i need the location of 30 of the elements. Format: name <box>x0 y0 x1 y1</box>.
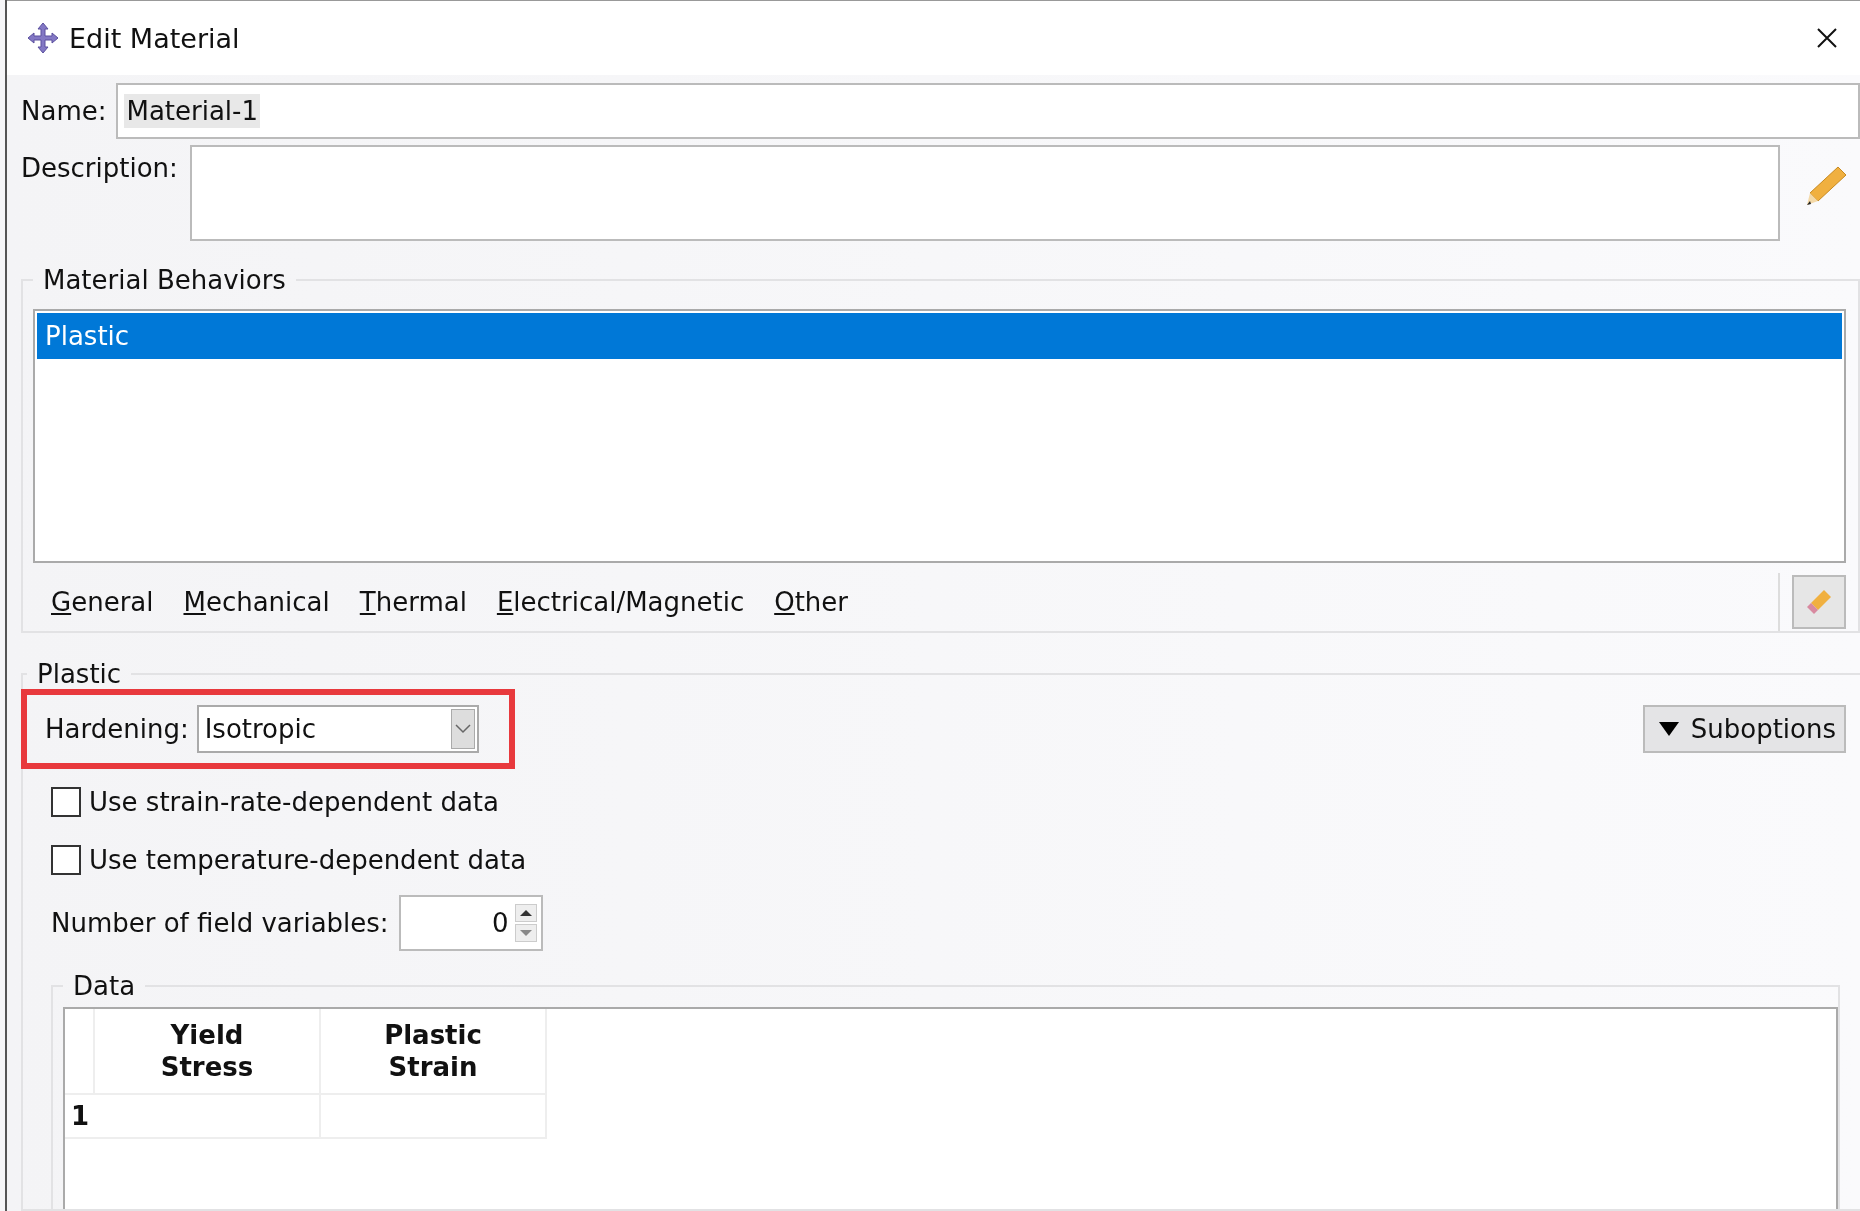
name-field[interactable]: Material-1 <box>116 83 1860 139</box>
caret-icon <box>1658 722 1679 736</box>
hardening-dropdown[interactable]: Isotropic <box>196 705 479 753</box>
checkbox-label: Use temperature-dependent data <box>89 845 527 875</box>
number-spinner[interactable]: 0 <box>398 895 543 951</box>
menu-item[interactable]: General <box>51 587 154 617</box>
description-label: Description: <box>21 152 178 183</box>
checkbox-label: Use strain-rate-dependent data <box>89 787 499 817</box>
row-number: 1 <box>70 1101 90 1131</box>
app-icon <box>27 22 59 54</box>
menu-item[interactable]: Other <box>774 587 849 617</box>
menu-item[interactable]: Electrical/Magnetic <box>496 587 745 617</box>
column-header: Yield Stress <box>159 1018 255 1084</box>
checkbox[interactable] <box>51 787 81 817</box>
section-title: Plastic <box>36 659 123 689</box>
hardening-label: Hardening: <box>45 714 189 744</box>
column-header: Plastic Strain <box>383 1018 483 1084</box>
section-title: Material Behaviors <box>42 265 287 295</box>
list-item[interactable]: Plastic <box>37 313 1842 359</box>
field-variables-label: Number of field variables: <box>51 908 389 938</box>
description-field[interactable] <box>189 145 1780 241</box>
chevron-icon <box>454 724 471 734</box>
window-title: Edit Material <box>69 22 241 54</box>
section-title: Data <box>72 971 137 1001</box>
eraser-button[interactable] <box>1792 575 1846 629</box>
name-label: Name: <box>21 96 107 126</box>
checkbox[interactable] <box>51 845 81 875</box>
menu-item[interactable]: Thermal <box>359 587 467 617</box>
menu-item[interactable]: Mechanical <box>183 587 330 617</box>
suboptions-button[interactable]: Suboptions <box>1642 705 1846 753</box>
